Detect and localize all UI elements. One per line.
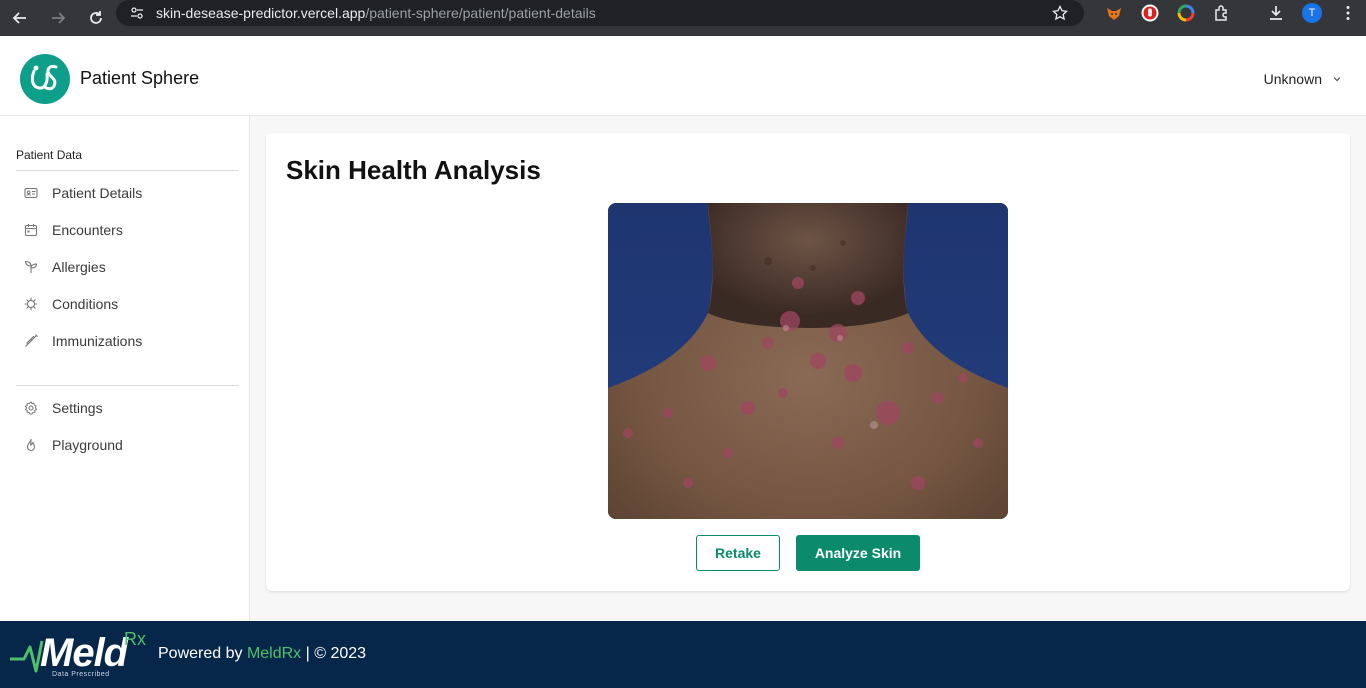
reload-icon <box>90 11 102 24</box>
retake-button[interactable]: Retake <box>696 535 780 571</box>
app-title: Patient Sphere <box>80 68 200 88</box>
meldrx-logo-tagline: Data Prescribed <box>52 671 110 678</box>
syringe-icon <box>25 334 38 347</box>
calendar-icon <box>24 224 38 237</box>
url-path: /patient-sphere/patient/patient-details <box>365 5 596 21</box>
footer: Meld Rx Data Prescribed Powered by MeldR… <box>0 621 1366 688</box>
sidebar-divider <box>16 385 239 386</box>
extensions-area: T <box>1096 0 1366 26</box>
download-icon <box>1270 6 1282 20</box>
virus-icon <box>24 297 38 311</box>
user-menu[interactable]: Unknown <box>1264 71 1342 87</box>
profile-avatar: T <box>1302 3 1322 23</box>
flame-icon <box>26 438 36 452</box>
extension-fox[interactable] <box>1096 0 1132 26</box>
puzzle-icon <box>1215 5 1227 21</box>
user-name: Unknown <box>1263 71 1322 87</box>
meldrx-logo-rx: Rx <box>124 629 146 649</box>
arrow-right-icon <box>52 12 66 24</box>
sidebar-item-label: Immunizations <box>52 333 143 349</box>
sidebar-item-label: Conditions <box>52 296 119 312</box>
sidebar-item-label: Playground <box>52 437 123 453</box>
sidebar-item-patient-details[interactable]: Patient Details <box>16 177 239 209</box>
sidebar-item-label: Allergies <box>52 259 106 275</box>
app-header: Patient Sphere Unknown <box>0 36 1366 116</box>
kebab-menu-icon <box>1346 6 1350 20</box>
arrow-left-icon <box>12 12 26 24</box>
sidebar-divider <box>16 170 239 171</box>
extension-color[interactable] <box>1168 0 1204 26</box>
reload-button[interactable] <box>78 6 114 30</box>
footer-credit: Powered by MeldRx | © 2023 <box>158 645 366 663</box>
address-bar[interactable]: skin-desease-predictor.vercel.app/patien… <box>116 0 1084 26</box>
logo-mark-icon <box>30 65 58 91</box>
meldrx-link[interactable]: MeldRx <box>247 645 301 662</box>
patient-sphere-logo[interactable] <box>20 54 70 104</box>
meldrx-logo: Meld Rx Data Prescribed <box>10 627 150 683</box>
browser-toolbar: skin-desease-predictor.vercel.app/patien… <box>0 0 1366 36</box>
hand-stop-extension-icon <box>1141 4 1159 22</box>
sidebar-heading: Patient Data <box>16 148 83 162</box>
color-ring-extension-icon <box>1177 4 1195 22</box>
sidebar-item-playground[interactable]: Playground <box>16 429 239 461</box>
sidebar-item-label: Patient Details <box>52 185 143 201</box>
fox-extension-icon <box>1107 8 1121 20</box>
sidebar-item-immunizations[interactable]: Immunizations <box>16 325 239 357</box>
site-settings-icon[interactable] <box>130 6 144 20</box>
back-button[interactable] <box>2 6 38 30</box>
id-card-icon <box>24 187 38 199</box>
skin-analysis-card: Skin Health Analysis Retake Analyze Skin <box>266 133 1350 591</box>
sidebar-item-allergies[interactable]: Allergies <box>16 251 239 283</box>
sidebar: Patient Data Patient Details Encounters … <box>0 116 250 621</box>
bookmark-star-icon[interactable] <box>1052 5 1068 21</box>
footer-powered-by: Powered by <box>158 645 247 662</box>
toolbar-separator <box>1240 0 1258 26</box>
sidebar-item-settings[interactable]: Settings <box>16 392 239 424</box>
forward-button[interactable] <box>40 6 76 30</box>
extension-adblock[interactable] <box>1132 0 1168 26</box>
skin-photo <box>608 203 1008 519</box>
downloads-button[interactable] <box>1258 0 1294 26</box>
footer-copyright: | © 2023 <box>301 645 367 662</box>
sidebar-item-conditions[interactable]: Conditions <box>16 288 239 320</box>
browser-menu-button[interactable] <box>1330 0 1366 26</box>
skin-photo-graphic <box>608 203 1008 519</box>
gear-icon <box>24 401 38 415</box>
url-domain: skin-desease-predictor.vercel.app <box>156 5 366 21</box>
extensions-button[interactable] <box>1204 0 1240 26</box>
plant-icon <box>24 260 38 273</box>
page-title: Skin Health Analysis <box>286 155 541 185</box>
sidebar-item-label: Encounters <box>52 222 123 238</box>
chevron-down-icon <box>1333 77 1341 82</box>
profile-button[interactable]: T <box>1294 0 1330 26</box>
url-text: skin-desease-predictor.vercel.app/patien… <box>156 5 596 21</box>
sidebar-item-label: Settings <box>52 400 103 416</box>
sidebar-item-encounters[interactable]: Encounters <box>16 214 239 246</box>
meldrx-logo-word: Meld <box>40 631 128 675</box>
analyze-skin-button[interactable]: Analyze Skin <box>796 535 920 571</box>
